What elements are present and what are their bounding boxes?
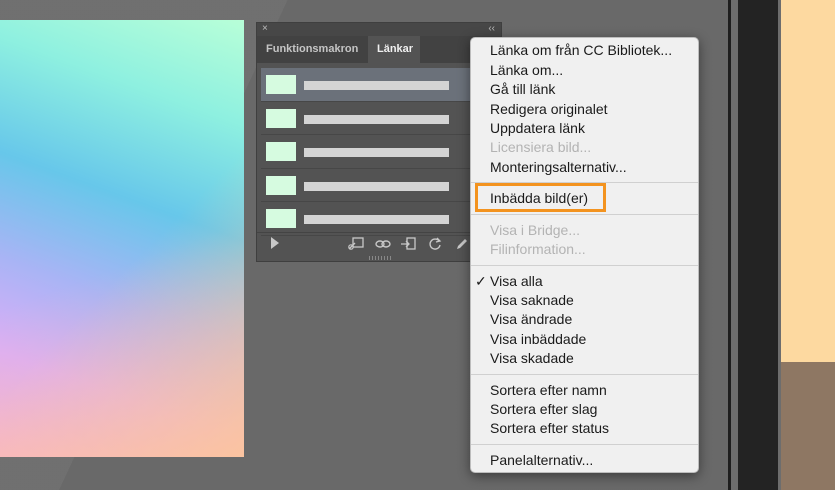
- link-row[interactable]: [261, 202, 471, 236]
- edit-icon[interactable]: [455, 237, 467, 254]
- link-row[interactable]: [261, 68, 471, 102]
- close-icon[interactable]: ×: [262, 23, 268, 35]
- menu-item-sort-by-kind[interactable]: Sortera efter slag: [490, 400, 597, 418]
- links-panel: × ‹‹ Funktionsmakron Länkar: [256, 22, 502, 262]
- menu-item-show-missing[interactable]: Visa saknade: [490, 291, 574, 309]
- menu-separator: [471, 444, 698, 445]
- link-name-placeholder: [304, 181, 449, 191]
- link-row[interactable]: [261, 135, 471, 169]
- panel-toolbar: [257, 232, 501, 256]
- link-row[interactable]: [261, 169, 471, 202]
- menu-item-relink-cc[interactable]: Länka om från CC Bibliotek...: [490, 41, 672, 59]
- update-icon[interactable]: [428, 237, 442, 254]
- panel-flyout-menu: Länka om från CC Bibliotek... Länka om..…: [470, 37, 699, 473]
- document-frame: [738, 0, 778, 490]
- menu-item-update-link[interactable]: Uppdatera länk: [490, 119, 585, 137]
- menu-item-file-info: Filinformation...: [490, 241, 586, 257]
- panel-tabbar: Funktionsmakron Länkar: [257, 36, 501, 63]
- document-divider: [728, 0, 731, 490]
- link-thumbnail: [266, 75, 296, 94]
- document-artwork-brown: [781, 362, 835, 490]
- link-thumbnail: [266, 108, 296, 128]
- link-name-placeholder: [304, 81, 449, 90]
- artwork-gradient-image[interactable]: [0, 20, 244, 457]
- tab-funktionsmakron[interactable]: Funktionsmakron: [257, 36, 368, 63]
- menu-item-show-damaged[interactable]: Visa skadade: [490, 349, 574, 367]
- collapse-icon[interactable]: ‹‹: [488, 23, 495, 35]
- document-artwork-beige: [781, 0, 835, 362]
- link-thumbnail: [266, 209, 296, 228]
- links-list: [261, 68, 471, 236]
- panel-resize-grip[interactable]: [369, 256, 391, 260]
- link-name-placeholder: [304, 148, 449, 157]
- menu-item-embed-images[interactable]: Inbädda bild(er): [490, 189, 588, 207]
- menu-item-sort-by-name[interactable]: Sortera efter namn: [490, 381, 607, 399]
- menu-item-license-image: Licensiera bild...: [490, 139, 592, 155]
- link-name-placeholder: [304, 114, 449, 124]
- menu-separator: [471, 265, 698, 266]
- link-thumbnail: [266, 142, 296, 161]
- menu-separator: [471, 374, 698, 375]
- menu-separator: [471, 214, 698, 215]
- menu-item-show-modified[interactable]: Visa ändrade: [490, 310, 572, 328]
- checkmark-icon: ✓: [475, 273, 487, 289]
- place-icon[interactable]: [400, 237, 416, 254]
- link-thumbnail: [266, 175, 296, 195]
- menu-item-relink[interactable]: Länka om...: [490, 61, 563, 79]
- menu-item-show-all[interactable]: Visa alla: [490, 272, 543, 290]
- menu-item-panel-options[interactable]: Panelalternativ...: [490, 451, 593, 469]
- menu-item-show-embedded[interactable]: Visa inbäddade: [490, 330, 586, 348]
- tab-lankar[interactable]: Länkar: [368, 36, 420, 63]
- menu-item-sort-by-status[interactable]: Sortera efter status: [490, 419, 609, 437]
- relink-icon[interactable]: [375, 237, 391, 254]
- menu-item-go-to-link[interactable]: Gå till länk: [490, 80, 555, 98]
- menu-item-show-in-bridge: Visa i Bridge...: [490, 222, 581, 238]
- play-icon[interactable]: [271, 237, 279, 252]
- menu-item-placement-options[interactable]: Monteringsalternativ...: [490, 158, 627, 176]
- menu-item-edit-original[interactable]: Redigera originalet: [490, 100, 608, 118]
- link-row[interactable]: [261, 102, 471, 135]
- app-canvas: × ‹‹ Funktionsmakron Länkar Länka om frå…: [0, 0, 835, 490]
- link-name-placeholder: [304, 215, 449, 224]
- relink-cc-icon[interactable]: [347, 237, 365, 254]
- panel-title-bar[interactable]: × ‹‹: [257, 23, 501, 36]
